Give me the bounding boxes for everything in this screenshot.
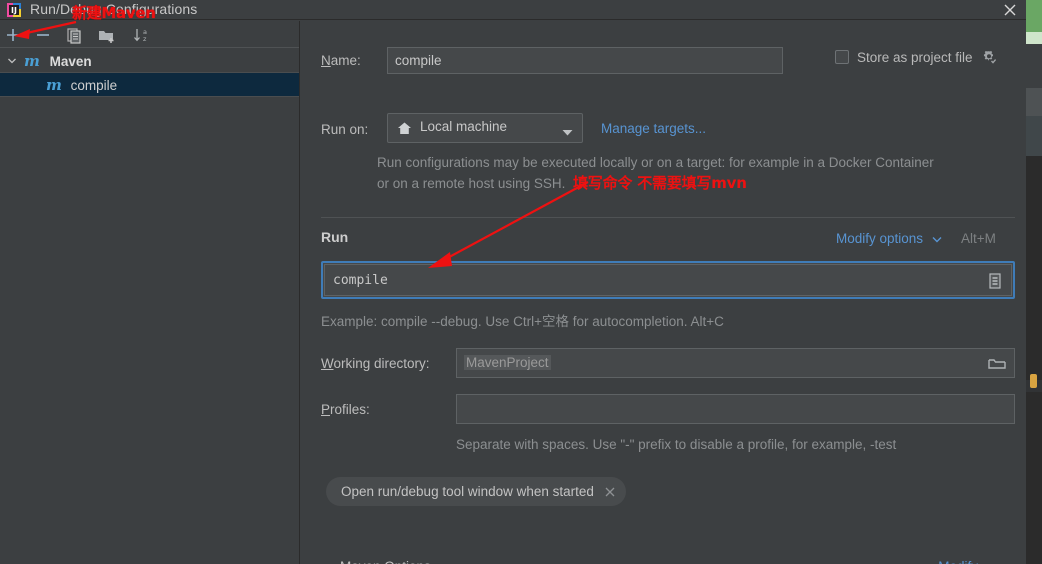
- command-hint: Example: compile --debug. Use Ctrl+空格 fo…: [321, 314, 724, 329]
- configurations-tree[interactable]: m Maven m compile: [0, 49, 299, 564]
- dialog-title: Run/Debug Configurations: [30, 1, 198, 17]
- working-directory-label: Working directory:: [321, 356, 430, 371]
- profiles-label: Profiles:: [321, 402, 370, 417]
- maven-options-label: Maven Options: [340, 559, 431, 564]
- store-as-project-file-checkbox[interactable]: [835, 50, 849, 64]
- chevron-down-icon[interactable]: [562, 125, 573, 140]
- close-small-icon[interactable]: [599, 481, 621, 503]
- tree-group-maven[interactable]: m Maven: [0, 49, 299, 73]
- manage-targets-link[interactable]: Manage targets...: [601, 121, 706, 136]
- modify-options-label: Modify options: [836, 231, 924, 246]
- chevron-down-icon[interactable]: [6, 49, 18, 73]
- working-directory-field[interactable]: MavenProject: [456, 348, 1015, 378]
- store-as-project-file-label: Store as project file: [857, 49, 973, 65]
- configurations-panel: a z m Maven m compile: [0, 21, 300, 564]
- command-field-wrapper: [321, 261, 1015, 299]
- bg-block-3: [1026, 116, 1042, 156]
- tree-group-maven-label: Maven: [49, 54, 92, 69]
- name-input[interactable]: [387, 47, 783, 74]
- intellij-idea-icon: IJ: [6, 2, 22, 18]
- tree-item-compile[interactable]: m compile: [0, 73, 299, 97]
- run-debug-configurations-dialog: IJ Run/Debug Configurations a z m Maven …: [0, 0, 1026, 564]
- gear-icon[interactable]: [981, 49, 997, 65]
- run-on-description: Run configurations may be executed local…: [377, 155, 934, 191]
- new-folder-button[interactable]: [96, 25, 118, 45]
- bg-marker-icon: [1030, 374, 1037, 388]
- maven-m-icon: m: [46, 76, 62, 94]
- content-right-edge: [1015, 21, 1026, 564]
- section-separator: [321, 217, 1015, 218]
- tree-item-compile-label: compile: [70, 78, 118, 93]
- name-label: Name:: [321, 53, 361, 68]
- store-as-project-file-row[interactable]: Store as project file: [835, 49, 997, 65]
- modify-options-link[interactable]: Modify options: [836, 231, 942, 246]
- maven-m-icon: m: [24, 52, 40, 70]
- bg-green-block-1: [1026, 0, 1042, 32]
- profiles-input[interactable]: [457, 395, 1014, 423]
- svg-text:IJ: IJ: [11, 6, 17, 15]
- command-field-inner: [324, 264, 1012, 296]
- close-icon[interactable]: [1002, 2, 1018, 18]
- maven-options-section[interactable]: Maven Options Modify: [321, 558, 1014, 564]
- maven-options-modify-link[interactable]: Modify: [938, 559, 978, 564]
- open-tool-window-chip[interactable]: Open run/debug tool window when started: [326, 477, 626, 506]
- bg-block-5: [1026, 392, 1042, 564]
- working-directory-value: MavenProject: [464, 355, 551, 370]
- run-on-label: Run on:: [321, 122, 369, 137]
- command-input[interactable]: [325, 265, 975, 295]
- add-configuration-button[interactable]: [2, 25, 24, 45]
- run-on-dropdown[interactable]: Local machine: [387, 113, 583, 143]
- background-editor-strip: [1026, 0, 1042, 564]
- chevron-down-icon: [932, 231, 942, 246]
- bg-green-block-2: [1026, 32, 1042, 44]
- copy-configuration-button[interactable]: [64, 25, 86, 45]
- bg-block-1: [1026, 44, 1042, 88]
- bg-block-2: [1026, 88, 1042, 116]
- run-section-title: Run: [321, 229, 349, 245]
- home-icon: [396, 120, 413, 137]
- bg-block-4: [1026, 156, 1042, 380]
- profiles-hint: Separate with spaces. Use "-" prefix to …: [456, 437, 897, 452]
- configurations-toolbar: a z: [0, 21, 299, 48]
- expand-editor-icon[interactable]: [985, 271, 1005, 291]
- configuration-details-panel: Name: Store as project file Run on: L: [301, 21, 1026, 564]
- sort-configurations-button[interactable]: a z: [130, 25, 152, 45]
- remove-configuration-button[interactable]: [32, 25, 54, 45]
- run-on-value: Local machine: [420, 119, 508, 134]
- modify-options-shortcut: Alt+M: [961, 231, 996, 246]
- open-tool-window-chip-label: Open run/debug tool window when started: [341, 484, 594, 499]
- svg-text:z: z: [143, 35, 147, 43]
- profiles-field[interactable]: [456, 394, 1015, 424]
- dialog-title-bar: IJ Run/Debug Configurations: [0, 0, 1026, 20]
- folder-icon[interactable]: [988, 356, 1006, 372]
